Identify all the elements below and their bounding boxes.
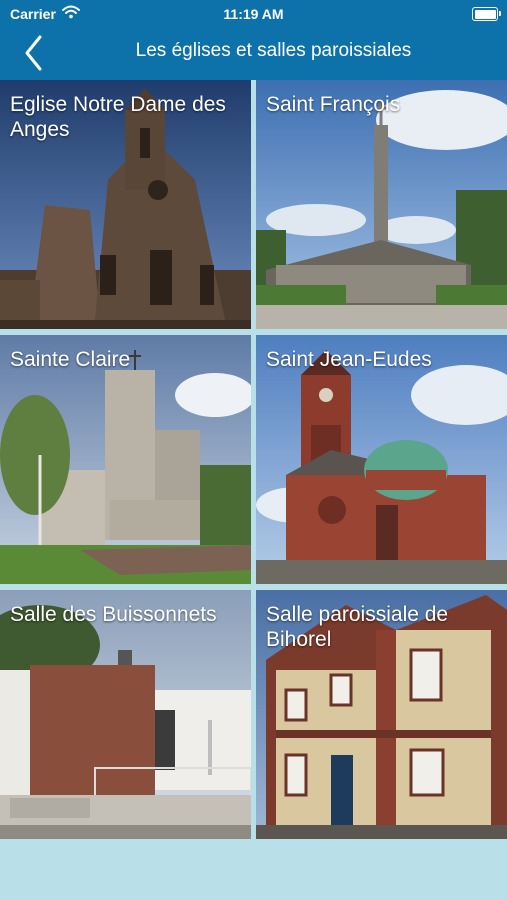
tile-label: Salle des Buissonnets — [10, 603, 217, 626]
status-time: 11:19 AM — [223, 6, 284, 22]
navigation-bar: Les églises et salles paroissiales — [0, 30, 507, 76]
tile-label: Saint Jean-Eudes — [266, 348, 432, 371]
tile-salle-paroissiale-bihorel[interactable]: Salle paroissiale de Bihorel — [256, 590, 507, 839]
church-photo-saint-jean-eudes — [256, 335, 507, 584]
tile-saint-francois[interactable]: Saint François — [256, 80, 507, 329]
tile-salle-des-buissonnets[interactable]: Salle des Buissonnets — [0, 590, 251, 839]
tile-sainte-claire[interactable]: Sainte Claire — [0, 335, 251, 584]
page-title: Les églises et salles paroissiales — [135, 40, 412, 61]
tile-notre-dame-des-anges[interactable]: Eglise Notre Dame des Anges — [0, 80, 251, 329]
tile-label: Sainte Claire — [10, 348, 131, 371]
church-photo-saint-francois — [256, 80, 507, 329]
tile-label: Salle paroissiale de Bihorel — [266, 603, 449, 651]
battery-icon — [472, 7, 501, 21]
app-header: Carrier 11:19 AM Les églises et salles p… — [0, 0, 507, 80]
tile-saint-jean-eudes[interactable]: Saint Jean-Eudes — [256, 335, 507, 584]
church-photo-sainte-claire — [0, 335, 251, 584]
back-chevron-icon[interactable] — [22, 34, 46, 72]
tile-label: Saint François — [266, 93, 401, 116]
tile-label: Eglise Notre Dame des Anges — [10, 93, 226, 141]
church-photo-salle-des-buissonnets — [0, 590, 251, 839]
status-bar: Carrier 11:19 AM — [0, 0, 507, 28]
